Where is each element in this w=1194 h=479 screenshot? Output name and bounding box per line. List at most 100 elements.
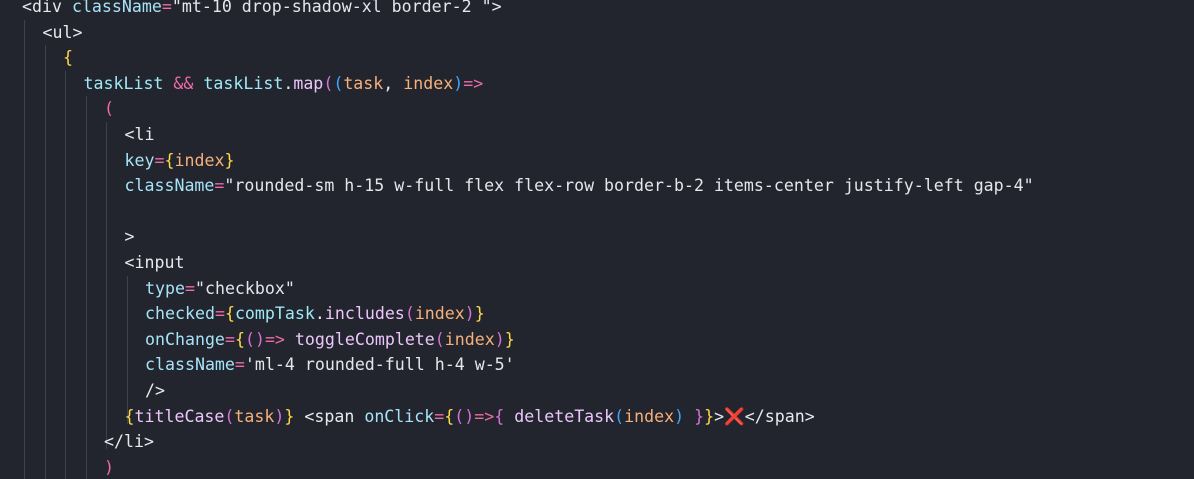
code-token: taskList <box>193 73 284 93</box>
code-token: ) <box>494 329 505 349</box>
code-token: index <box>403 73 454 93</box>
code-line[interactable]: <li <box>125 122 155 148</box>
code-token: <span <box>294 406 365 426</box>
code-line[interactable]: <input <box>125 250 185 276</box>
code-token: ( <box>104 99 114 119</box>
code-token: > <box>714 406 725 426</box>
code-token: <div <box>22 0 72 16</box>
code-token: ) <box>254 329 265 349</box>
code-token: titleCase <box>134 406 225 426</box>
code-token: compTask <box>234 304 315 324</box>
code-line[interactable]: type="checkbox" <box>145 276 295 302</box>
code-token: includes <box>324 304 405 324</box>
code-token: { <box>63 48 73 68</box>
indent-guide <box>85 96 87 479</box>
code-token: { <box>494 406 505 426</box>
code-line[interactable]: {titleCase(task)} <span onClick={()=>{ d… <box>125 404 815 430</box>
code-token: = <box>161 0 172 16</box>
code-token: { <box>224 304 235 324</box>
code-line[interactable]: ) <box>104 455 114 479</box>
code-token: } <box>704 406 715 426</box>
code-token: className <box>124 176 215 196</box>
code-token: = <box>214 176 225 196</box>
code-token: /> <box>145 381 165 400</box>
code-token: task <box>234 406 275 426</box>
code-token: ( <box>404 304 415 324</box>
code-token: index <box>414 304 465 324</box>
code-token: } <box>224 150 235 170</box>
code-token: { <box>234 329 245 349</box>
code-token: ( <box>224 406 235 426</box>
indent-guide <box>126 275 128 424</box>
code-token: > <box>491 0 502 16</box>
code-token: <ul> <box>42 22 83 42</box>
code-token: } <box>504 329 515 349</box>
code-token: { <box>124 406 135 426</box>
code-token: ( <box>454 406 465 426</box>
code-line[interactable]: > <box>125 224 135 250</box>
code-token: = <box>224 329 235 349</box>
code-token: { <box>164 150 175 170</box>
code-token: ) <box>274 406 285 426</box>
code-line[interactable]: className="rounded-sm h-15 w-full flex f… <box>125 173 1034 199</box>
code-line[interactable]: key={index} <box>125 148 235 174</box>
code-line[interactable]: <div className="mt-10 drop-shadow-xl bor… <box>22 0 502 20</box>
code-line[interactable]: /> <box>145 378 165 404</box>
code-token: => <box>463 73 484 93</box>
code-token: } <box>694 406 705 426</box>
code-token: </span> <box>744 406 815 426</box>
code-token: . <box>283 73 294 93</box>
code-line[interactable]: { <box>63 45 73 71</box>
code-token: ( <box>244 329 255 349</box>
indent-guide <box>65 70 66 479</box>
code-token: ) <box>464 406 475 426</box>
indent-guide <box>44 45 46 479</box>
code-token: ( <box>333 73 344 93</box>
code-token: ( <box>434 329 445 349</box>
code-token: ) <box>464 304 475 324</box>
code-token: "checkbox" <box>194 278 295 298</box>
code-token: </li> <box>104 432 154 452</box>
code-token: = <box>234 355 245 375</box>
code-token: task <box>343 73 384 93</box>
code-token: = <box>214 304 225 324</box>
code-token: = <box>184 278 195 298</box>
code-token: ) <box>453 73 464 93</box>
code-token: . <box>314 304 325 324</box>
code-token: { <box>444 406 455 426</box>
code-line[interactable]: checked={compTask.includes(index)} <box>145 301 485 327</box>
code-editor[interactable]: <div className="mt-10 drop-shadow-xl bor… <box>0 0 1194 479</box>
code-line[interactable]: ( <box>104 96 114 122</box>
code-token: "rounded-sm h-15 w-full flex flex-row bo… <box>224 176 1034 196</box>
code-line[interactable]: </li> <box>104 429 154 455</box>
code-line[interactable]: className='ml-4 rounded-full h-4 w-5' <box>145 352 515 378</box>
code-token: "mt-10 drop-shadow-xl border-2 " <box>171 0 492 16</box>
code-token: } <box>284 406 295 426</box>
code-token: index <box>444 329 495 349</box>
code-token: taskList <box>83 73 174 93</box>
indent-guide <box>106 122 107 450</box>
code-line[interactable]: taskList && taskList.map((task, index)=> <box>84 71 484 97</box>
code-token: <input <box>124 253 185 272</box>
code-token: index <box>174 150 225 170</box>
code-token: ( <box>614 406 625 426</box>
code-token: map <box>293 73 324 93</box>
code-token: <li <box>124 125 155 144</box>
code-token: ) <box>104 457 114 477</box>
code-token: className <box>145 355 235 375</box>
code-token: onClick <box>364 406 435 426</box>
code-token: onChange <box>145 329 225 349</box>
code-token: deleteTask <box>514 406 615 426</box>
code-token: = <box>154 150 165 170</box>
code-token: = <box>434 406 445 426</box>
code-line[interactable]: <ul> <box>43 20 83 46</box>
code-token: type <box>145 278 185 298</box>
code-token: => <box>264 329 285 349</box>
code-token: , <box>383 73 404 93</box>
code-token: key <box>124 150 155 170</box>
code-line[interactable]: onChange={()=> toggleComplete(index)} <box>145 327 515 353</box>
code-token: => <box>474 406 495 426</box>
